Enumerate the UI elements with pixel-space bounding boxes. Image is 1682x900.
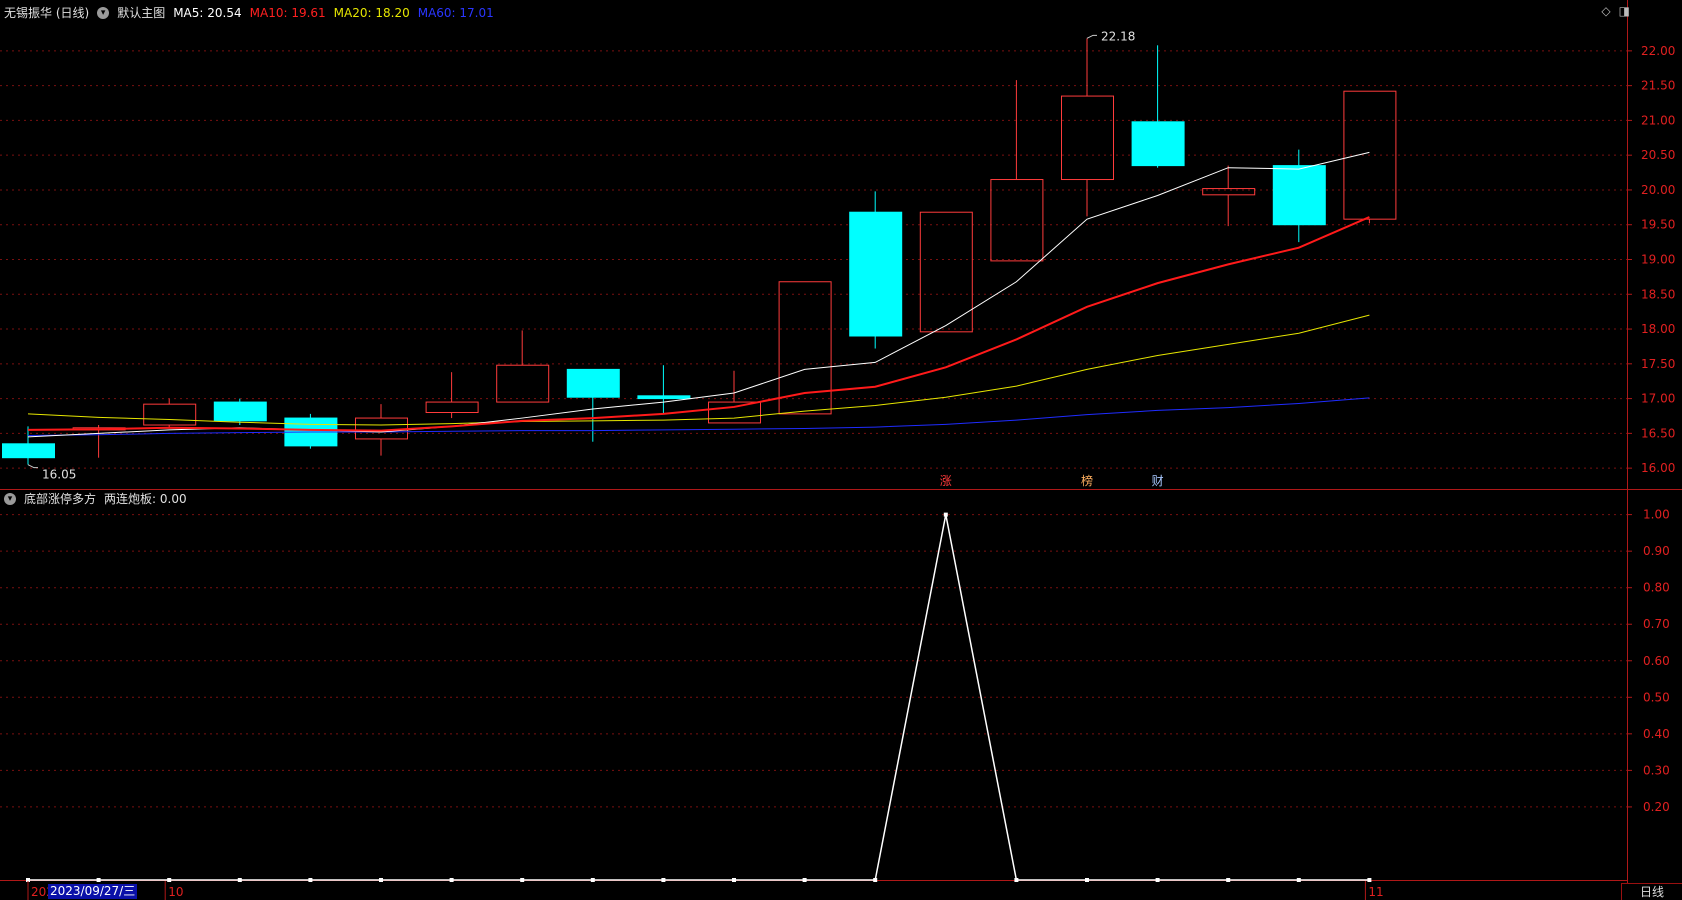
indicator-point: [1296, 878, 1301, 882]
sub-tick-label: 0.70: [1643, 617, 1670, 631]
candle-body: [708, 401, 761, 424]
sub-tick-label: 0.90: [1643, 544, 1670, 558]
sub-tick-label: 0.50: [1643, 690, 1670, 704]
candle-body: [143, 403, 197, 426]
template-dropdown-icon[interactable]: ▾: [97, 6, 110, 19]
indicator-point: [1085, 878, 1089, 882]
candle: [143, 398, 197, 428]
main-tick-label: 22.00: [1641, 44, 1675, 58]
price-marker-arrow: [27, 464, 38, 469]
candle-body: [778, 281, 832, 415]
main-tick-label: 17.50: [1641, 357, 1675, 371]
price-marker-arrow: [1086, 34, 1097, 39]
candle: [849, 191, 903, 349]
main-tick-label: 16.50: [1641, 426, 1675, 440]
indicator-point: [520, 878, 525, 882]
indicator-dropdown-icon[interactable]: ▾: [4, 492, 16, 505]
candle-body: [1131, 121, 1185, 167]
candle: [2, 426, 55, 465]
main-tick-label: 18.00: [1641, 322, 1675, 336]
main-chart-header: 无锡振华 (日线) ▾ 默认主图 MA5: 20.54 MA10: 19.61 …: [4, 4, 494, 21]
main-tick-label: 19.00: [1641, 253, 1675, 267]
price-annotation: 16.05: [42, 468, 76, 482]
time-tick-label: 11: [1368, 885, 1383, 899]
candle: [284, 413, 338, 449]
candle: [637, 365, 691, 414]
indicator-value: 两连炮板: 0.00: [104, 492, 187, 506]
ma5-label: MA5: 20.54: [173, 5, 242, 20]
candle: [1272, 149, 1326, 243]
indicator-point: [379, 878, 383, 882]
candle: [708, 370, 761, 424]
candle: [1131, 45, 1185, 168]
template-name[interactable]: 默认主图: [117, 4, 165, 21]
candle-body: [2, 443, 55, 459]
main-tick-label: 20.00: [1641, 183, 1675, 197]
candle-body: [1202, 188, 1256, 196]
sub-tick-label: 0.80: [1643, 581, 1670, 595]
window-toggle-icon[interactable]: ◨: [1619, 4, 1630, 18]
candle-body: [990, 179, 1044, 262]
indicator-point: [237, 878, 242, 882]
candle-body: [637, 395, 691, 400]
main-tick-label: 17.00: [1641, 392, 1675, 406]
candle-body: [496, 364, 550, 403]
diamond-icon[interactable]: ◇: [1601, 4, 1610, 18]
cursor-date-label: 2023/09/27/三: [48, 884, 138, 899]
indicator-point: [1155, 878, 1160, 882]
candle-body: [213, 401, 267, 422]
indicator-point: [449, 878, 454, 882]
indicator-point: [1014, 878, 1019, 882]
indicator-point: [661, 878, 666, 882]
ma60-label: MA60: 17.01: [417, 5, 494, 20]
main-tick-label: 21.00: [1641, 113, 1675, 127]
main-tick-label: 20.50: [1641, 148, 1675, 162]
candle: [425, 372, 479, 419]
indicator-point: [96, 878, 101, 882]
candle-body: [1061, 95, 1114, 181]
sub-tick-label: 1.00: [1643, 508, 1670, 522]
candle: [496, 330, 550, 403]
indicator-point: [167, 878, 172, 882]
indicator-name[interactable]: 底部涨停多方: [24, 490, 96, 507]
indicator-point: [943, 512, 948, 517]
main-tick-label: 18.50: [1641, 287, 1675, 301]
candle: [778, 281, 832, 415]
candle-body: [1272, 165, 1326, 226]
sub-tick-label: 0.40: [1643, 727, 1670, 741]
header-tools: ◇ ◨: [1601, 4, 1630, 18]
price-annotation: 22.18: [1101, 29, 1135, 43]
chart-canvas[interactable]: 22.00 21.50 21.00 20.50 20.00 19.50 19.00 18.50…: [0, 0, 1682, 900]
indicator-point: [732, 878, 736, 882]
indicator-point: [873, 878, 878, 882]
sub-tick-label: 0.30: [1643, 763, 1670, 777]
indicator-point: [308, 878, 313, 882]
event-mark: 涨: [940, 473, 952, 488]
ma10-label: MA10: 19.61: [249, 5, 326, 20]
candle-body: [849, 211, 903, 337]
candle-body: [566, 368, 620, 398]
candle: [990, 80, 1044, 262]
event-mark: 财: [1152, 474, 1164, 488]
indicator-point: [1367, 878, 1372, 882]
candle: [1343, 90, 1397, 224]
ma20-label: MA20: 18.20: [333, 5, 410, 20]
period-tab[interactable]: 日线: [1621, 883, 1682, 900]
sub-tick-label: 0.20: [1643, 800, 1670, 814]
main-tick-label: 16.00: [1641, 461, 1675, 475]
stock-name[interactable]: 无锡振华 (日线): [4, 4, 89, 21]
sub-tick-label: 0.60: [1643, 654, 1670, 668]
time-tick-label: 10: [168, 885, 183, 899]
main-tick-label: 19.50: [1641, 218, 1675, 232]
sub-chart-header: ▾ 底部涨停多方 两连炮板: 0.00: [4, 490, 187, 507]
indicator-point: [1226, 878, 1231, 882]
event-mark: 榜: [1081, 473, 1093, 488]
main-tick-label: 21.50: [1641, 79, 1675, 93]
candle-body: [425, 401, 479, 413]
indicator-point: [590, 878, 595, 882]
indicator-point: [802, 878, 807, 882]
